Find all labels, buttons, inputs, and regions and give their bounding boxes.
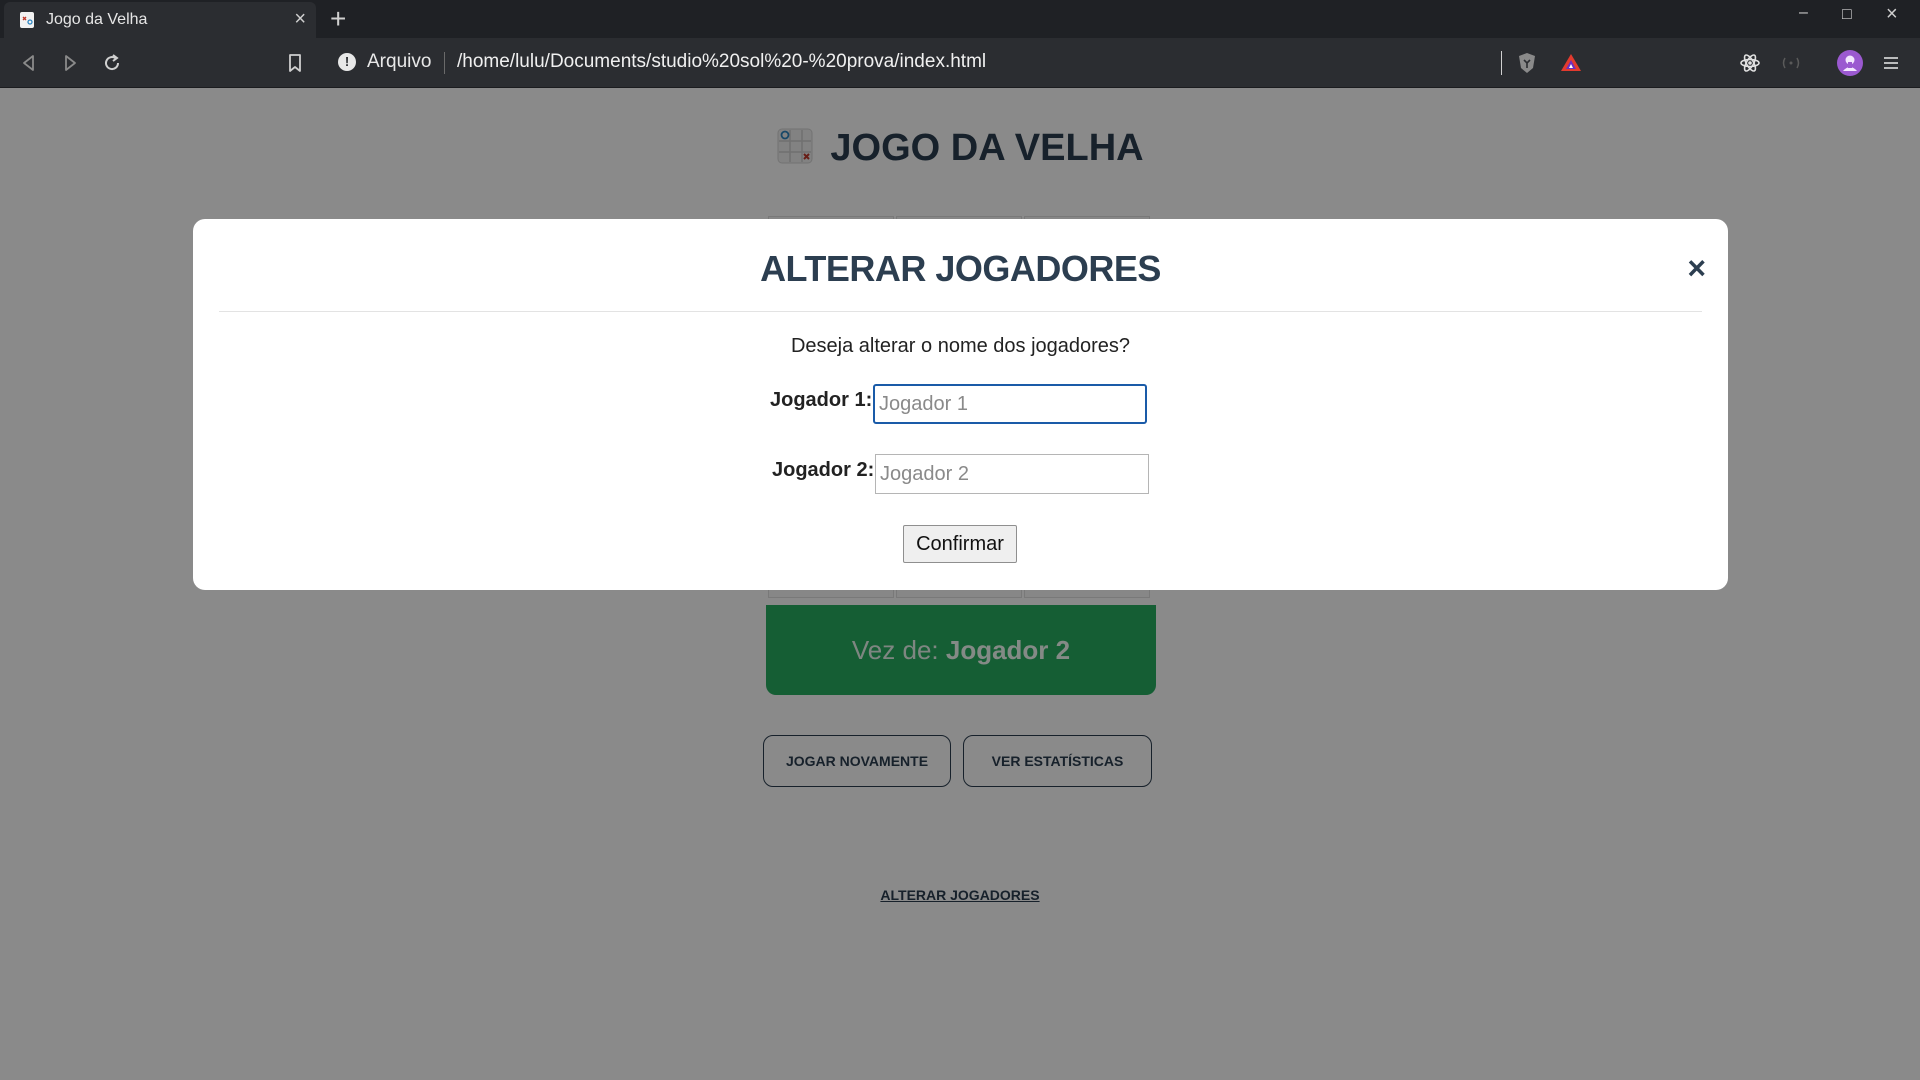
brave-shield-icon[interactable]	[1515, 51, 1539, 75]
minimize-icon[interactable]: –	[1799, 4, 1808, 22]
file-icon	[20, 12, 34, 28]
back-icon[interactable]	[16, 50, 42, 76]
tab-close-icon[interactable]: ×	[294, 8, 306, 30]
player2-input[interactable]	[875, 454, 1149, 494]
menu-icon[interactable]	[1879, 51, 1903, 75]
forward-icon[interactable]	[57, 50, 83, 76]
site-info-icon[interactable]: !	[338, 53, 356, 71]
modal-divider	[219, 311, 1702, 312]
profile-icon[interactable]	[1837, 50, 1863, 76]
url-divider	[444, 52, 445, 74]
address-end-divider	[1501, 51, 1502, 75]
address-bar: ! Arquivo /home/lulu/Documents/studio%20…	[0, 38, 1920, 88]
change-players-modal: ALTERAR JOGADORES × Deseja alterar o nom…	[193, 219, 1728, 590]
extensions-icon[interactable]	[1738, 51, 1762, 75]
browser-tab-bar: Jogo da Velha × + – □ ×	[0, 0, 1920, 38]
maximize-icon[interactable]: □	[1842, 6, 1852, 24]
site-label[interactable]: Arquivo	[367, 51, 431, 73]
window-close-icon[interactable]: ×	[1886, 3, 1898, 26]
reload-icon[interactable]	[99, 50, 125, 76]
browser-tab[interactable]: Jogo da Velha ×	[4, 2, 316, 38]
modal-question: Deseja alterar o nome dos jogadores?	[790, 335, 1131, 357]
player1-label: Jogador 1:	[770, 389, 873, 411]
tab-title: Jogo da Velha	[46, 11, 148, 28]
modal-title: ALTERAR JOGADORES	[760, 248, 1161, 289]
confirm-button[interactable]: Confirmar	[903, 525, 1017, 563]
url-text[interactable]: /home/lulu/Documents/studio%20sol%20-%20…	[457, 51, 986, 73]
brave-rewards-icon[interactable]	[1559, 51, 1583, 75]
bookmark-icon[interactable]	[282, 50, 308, 76]
player1-input[interactable]	[873, 384, 1147, 424]
modal-close-icon[interactable]: ×	[1687, 252, 1706, 284]
player2-label: Jogador 2:	[772, 459, 875, 481]
wallet-icon[interactable]	[1779, 51, 1803, 75]
new-tab-button[interactable]: +	[330, 4, 346, 34]
